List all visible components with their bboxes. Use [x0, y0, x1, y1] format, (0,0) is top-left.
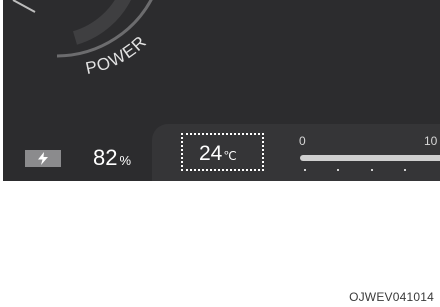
battery-level-value: 82	[93, 145, 118, 170]
instrument-cluster-display: POWER 82% 24℃ 0 10	[3, 0, 440, 181]
scale-tick	[304, 169, 306, 171]
battery-charge-icon	[25, 150, 61, 167]
battery-level-unit: %	[119, 153, 132, 168]
scale-min-label: 0	[299, 134, 306, 148]
figure: POWER 82% 24℃ 0 10 OJWEV041014	[0, 0, 440, 307]
gauge-tick	[12, 0, 36, 13]
scale-tick	[337, 169, 339, 171]
temperature-readout: 24℃	[199, 142, 237, 168]
gauge-inner-arc	[72, 0, 131, 45]
scale-tick	[404, 169, 406, 171]
figure-code: OJWEV041014	[349, 290, 434, 304]
battery-level: 82%	[93, 146, 131, 173]
temperature-value: 24	[199, 142, 223, 165]
scale-max-label: 10	[424, 134, 438, 148]
temperature-unit: ℃	[223, 149, 237, 163]
scale-tick	[371, 169, 373, 171]
scale-bar	[300, 155, 440, 161]
